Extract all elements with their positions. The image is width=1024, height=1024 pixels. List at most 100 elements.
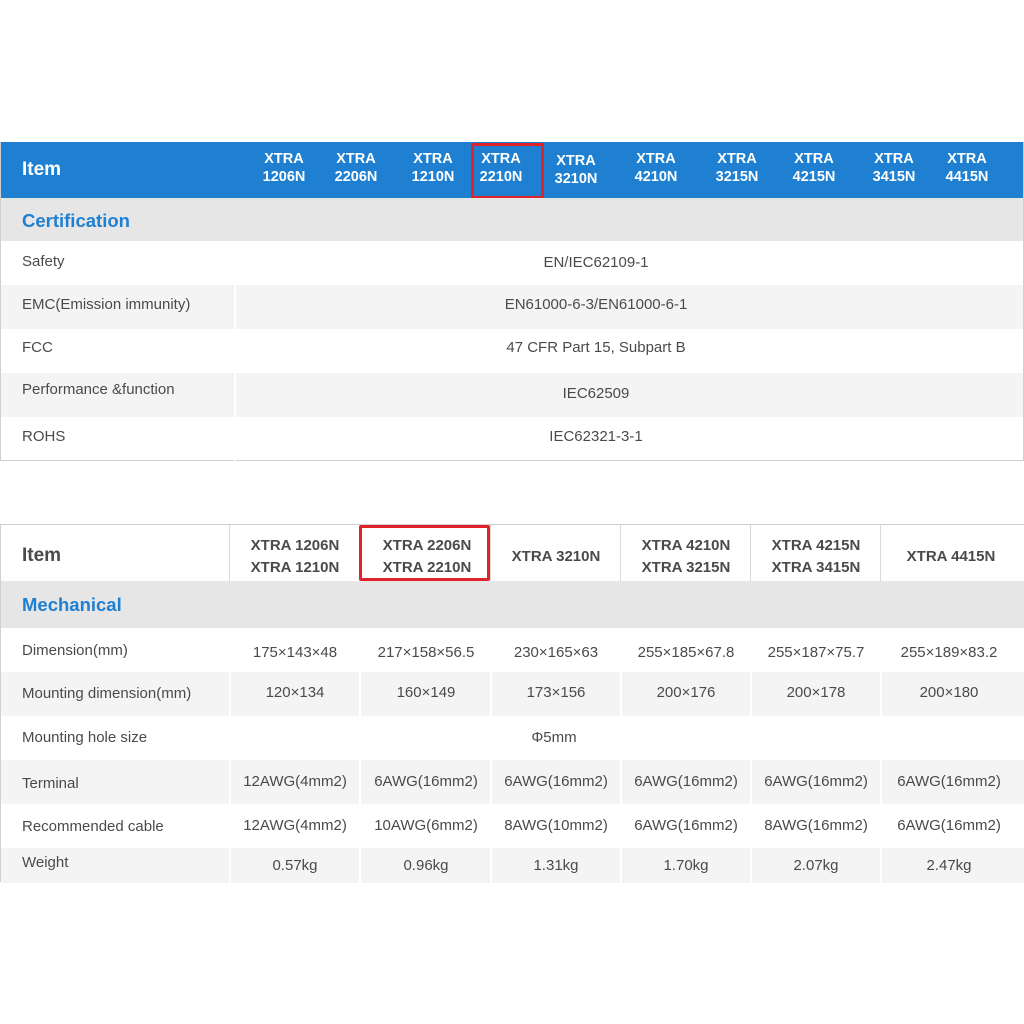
item-header-label: Item [22,545,62,566]
highlight-box-2210n [471,143,544,199]
model-header-xtra-4215n: XTRA 4215N [792,151,836,185]
cell-dimension-1: 175×143×48 [252,644,338,661]
mechanical-table: Item XTRA 1206N XTRA 1210N XTRA 2206N XT… [0,524,1024,883]
certification-section-row: Certification [1,198,1023,241]
cell-recommended-cable-2: 10AWG(6mm2) [374,817,478,834]
cell-recommended-cable-3: 8AWG(10mm2) [504,817,608,834]
cell-weight-4: 1.70kg [663,857,709,874]
cell-terminal-1: 12AWG(4mm2) [243,773,347,790]
column-divider [234,241,236,461]
cell-recommended-cable-4: 6AWG(16mm2) [634,817,738,834]
column-divider [880,525,881,581]
row-label-emc: EMC(Emission immunity) [22,296,191,313]
column-divider [750,628,752,716]
table-row: Mounting dimension(mm) 120×134 160×149 1… [1,672,1024,716]
column-divider [490,760,492,883]
cell-mounting-dimension-2: 160×149 [396,684,456,701]
cell-weight-2: 0.96kg [403,857,449,874]
model-header-1206n-1210n: XTRA 1206N XTRA 1210N [250,537,340,576]
cell-weight-1: 0.57kg [272,857,318,874]
column-divider [229,628,231,883]
cell-mounting-dimension-3: 173×156 [526,684,586,701]
column-divider [880,760,882,883]
column-divider [620,760,622,883]
row-label-safety: Safety [22,253,65,270]
cell-dimension-2: 217×158×56.5 [377,644,475,661]
row-value-fcc: 47 CFR Part 15, Subpart B [506,339,686,356]
cell-recommended-cable-5: 8AWG(16mm2) [764,817,868,834]
row-label-mounting-dimension: Mounting dimension(mm) [22,685,192,702]
model-header-4415n: XTRA 4415N [906,548,996,565]
certification-table: Item XTRA 1206N XTRA 2206N XTRA 1210N XT… [0,142,1024,461]
row-label-mounting-hole-size: Mounting hole size [22,729,148,746]
row-value-rohs: IEC62321-3-1 [549,428,643,445]
cell-weight-5: 2.07kg [793,857,839,874]
row-label-terminal: Terminal [22,775,79,792]
model-header-xtra-3210n: XTRA 3210N [554,153,598,187]
column-divider [750,760,752,883]
mechanical-header-row: Item XTRA 1206N XTRA 1210N XTRA 2206N XT… [1,525,1024,581]
cell-dimension-4: 255×185×67.8 [637,644,735,661]
cell-weight-6: 2.47kg [926,857,972,874]
section-title-certification: Certification [22,210,130,231]
row-label-fcc: FCC [22,339,53,356]
cell-dimension-3: 230×165×63 [513,644,599,661]
table-row: EMC(Emission immunity) EN61000-6-3/EN610… [1,285,1023,329]
table-row: Performance &function IEC62509 [1,373,1023,417]
table-row: Recommended cable 12AWG(4mm2) 10AWG(6mm2… [1,804,1024,848]
model-header-xtra-4210n: XTRA 4210N [634,151,678,185]
model-header-xtra-4415n: XTRA 4415N [945,151,989,185]
table-row: FCC 47 CFR Part 15, Subpart B [1,329,1023,373]
column-divider [620,628,622,716]
cell-mounting-dimension-4: 200×176 [656,684,716,701]
row-label-recommended-cable: Recommended cable [22,818,164,835]
cell-terminal-3: 6AWG(16mm2) [504,773,608,790]
table-row: Safety EN/IEC62109-1 [1,241,1023,285]
cell-recommended-cable-6: 6AWG(16mm2) [897,817,1001,834]
row-value-emc: EN61000-6-3/EN61000-6-1 [504,296,688,313]
column-divider [620,525,621,581]
column-divider [880,628,882,716]
model-header-xtra-3215n: XTRA 3215N [715,151,759,185]
row-label-performance: Performance &function [22,381,175,398]
table-row: Mounting hole size Φ5mm [1,716,1024,760]
row-label-rohs: ROHS [22,428,66,445]
model-header-xtra-1210n: XTRA 1210N [411,151,455,185]
table-row: Terminal 12AWG(4mm2) 6AWG(16mm2) 6AWG(16… [1,760,1024,804]
model-header-xtra-3415n: XTRA 3415N [872,151,916,185]
row-value-safety: EN/IEC62109-1 [543,254,649,271]
cell-mounting-hole-size: Φ5mm [531,729,577,746]
certification-header-row: Item XTRA 1206N XTRA 2206N XTRA 1210N XT… [1,142,1023,199]
row-label-dimension: Dimension(mm) [22,642,128,659]
column-divider [490,628,492,716]
table-row: ROHS IEC62321-3-1 [1,417,1023,461]
table-row: Dimension(mm) 175×143×48 217×158×56.5 23… [1,628,1024,672]
section-title-mechanical: Mechanical [22,594,122,615]
model-header-4215n-3415n: XTRA 4215N XTRA 3415N [771,537,861,576]
highlight-box-2206n-2210n [359,525,490,581]
column-divider [490,525,491,581]
cell-mounting-dimension-1: 120×134 [265,684,325,701]
row-value-performance: IEC62509 [562,385,630,402]
model-header-3210n: XTRA 3210N [511,548,601,565]
cell-terminal-5: 6AWG(16mm2) [764,773,868,790]
model-header-xtra-2206n: XTRA 2206N [334,151,378,185]
column-divider [359,760,361,883]
mechanical-section-row: Mechanical [1,581,1024,628]
model-header-4210n-3215n: XTRA 4210N XTRA 3215N [641,537,731,576]
column-divider [229,525,230,581]
model-header-xtra-1206n: XTRA 1206N [262,151,306,185]
cell-mounting-dimension-6: 200×180 [919,684,979,701]
cell-dimension-5: 255×187×75.7 [767,644,865,661]
cell-terminal-6: 6AWG(16mm2) [897,773,1001,790]
column-divider [750,525,751,581]
cell-recommended-cable-1: 12AWG(4mm2) [243,817,347,834]
item-header-label: Item [22,159,62,180]
cell-dimension-6: 255×189×83.2 [900,644,998,661]
cell-terminal-4: 6AWG(16mm2) [634,773,738,790]
column-divider [359,628,361,716]
row-label-weight: Weight [22,854,69,871]
cell-terminal-2: 6AWG(16mm2) [374,773,478,790]
cell-mounting-dimension-5: 200×178 [786,684,846,701]
cell-weight-3: 1.31kg [533,857,579,874]
